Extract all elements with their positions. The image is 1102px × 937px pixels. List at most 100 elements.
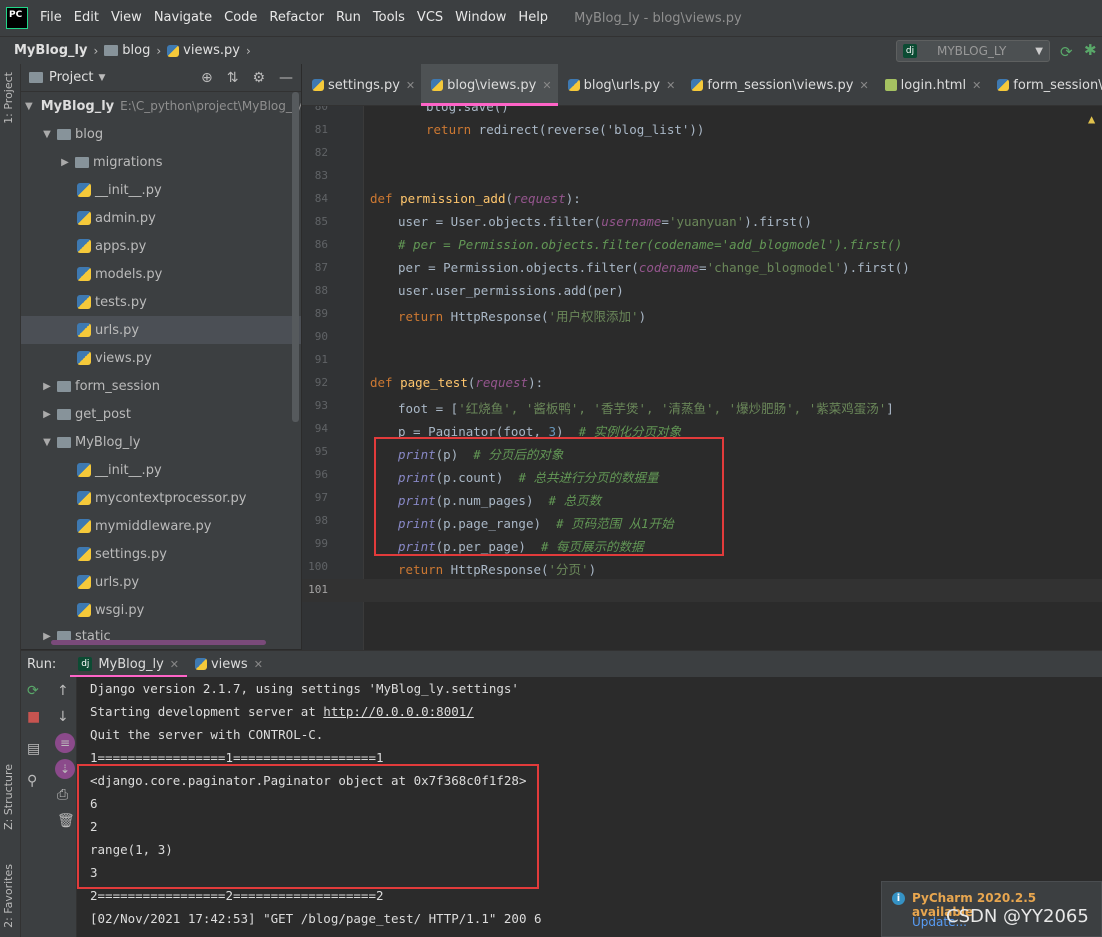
close-icon[interactable]: ✕	[666, 79, 675, 92]
folder-icon	[104, 45, 119, 56]
tree-item-file[interactable]: views.py	[21, 344, 301, 372]
tree-item-file[interactable]: models.py	[21, 260, 301, 288]
chevron-down-icon[interactable]: ▼	[98, 73, 105, 83]
rerun-icon[interactable]: ⟳	[1060, 43, 1073, 61]
breadcrumb-project[interactable]: MyBlog_ly	[14, 43, 87, 58]
tree-item-file-selected[interactable]: urls.py	[21, 316, 301, 344]
tab-blog-urls-py[interactable]: blog\urls.py ✕	[558, 64, 682, 106]
tree-item-file[interactable]: settings.py	[21, 540, 301, 568]
horizontal-scrollbar[interactable]	[51, 640, 266, 645]
trash-icon[interactable]: 🗑	[57, 813, 75, 829]
print-icon[interactable]: ⎙	[57, 787, 68, 803]
close-icon[interactable]: ✕	[542, 79, 551, 92]
line-number: 93	[314, 399, 328, 412]
python-file-icon	[167, 44, 180, 57]
tree-item-label: __init__.py	[95, 182, 162, 198]
server-url-link[interactable]: http://0.0.0.0:8001/	[323, 704, 474, 719]
tree-item-file[interactable]: tests.py	[21, 288, 301, 316]
python-file-icon	[77, 547, 91, 561]
tree-item-file[interactable]: mycontextprocessor.py	[21, 484, 301, 512]
tab-form-session-urls-py[interactable]: form_session\urls.py	[987, 64, 1102, 106]
breadcrumb-file[interactable]: views.py	[183, 43, 240, 58]
run-configuration-select[interactable]: dj MYBLOG_LY ▼	[896, 40, 1050, 62]
tree-item-file[interactable]: __init__.py	[21, 176, 301, 204]
warning-icon[interactable]: ▲	[1088, 112, 1095, 126]
code-editor[interactable]: 80 81 82 83 84 85 86 87 88 89 90 91 92 9…	[302, 106, 1102, 650]
menu-file[interactable]: File	[34, 0, 68, 36]
breadcrumb-separator-icon: ›	[245, 43, 251, 58]
code-line: def permission_add(request):	[370, 191, 581, 206]
rerun-icon[interactable]: ⟳	[27, 683, 39, 699]
info-icon: i	[892, 892, 905, 905]
tree-item-get-post[interactable]: ▶ get_post	[21, 400, 301, 428]
tab-form-session-views-py[interactable]: form_session\views.py ✕	[681, 64, 874, 106]
menu-tools[interactable]: Tools	[367, 0, 411, 36]
debug-icon[interactable]: ✱	[1084, 41, 1097, 59]
menu-help[interactable]: Help	[512, 0, 554, 36]
breadcrumb-blog[interactable]: blog	[122, 43, 150, 58]
arrow-up-icon[interactable]: ↑	[57, 683, 69, 699]
close-icon[interactable]: ✕	[859, 79, 868, 92]
line-number: 92	[314, 376, 328, 389]
code-line: per = Permission.objects.filter(codename…	[398, 260, 910, 275]
tab-blog-views-py[interactable]: blog\views.py ✕	[421, 64, 559, 106]
close-icon[interactable]: ✕	[406, 79, 415, 92]
line-number: 97	[314, 491, 328, 504]
layout-icon[interactable]: ▤	[27, 741, 40, 757]
chevron-down-icon[interactable]: ▼	[25, 101, 33, 112]
line-number: 80	[314, 106, 328, 113]
menu-refactor[interactable]: Refactor	[263, 0, 330, 36]
arrow-down-icon[interactable]: ↓	[57, 709, 69, 725]
chevron-right-icon[interactable]: ▶	[41, 381, 53, 392]
chevron-down-icon[interactable]: ▼	[41, 437, 53, 448]
minimize-icon[interactable]: —	[279, 70, 293, 86]
menu-vcs[interactable]: VCS	[411, 0, 449, 36]
tab-login-html[interactable]: login.html ✕	[875, 64, 988, 106]
menu-code[interactable]: Code	[218, 0, 263, 36]
run-tab-myblog-ly[interactable]: dj MyBlog_ly ✕	[70, 651, 187, 678]
tree-root[interactable]: ▼ MyBlog_ly E:\C_python\project\MyBlog_l…	[21, 92, 301, 120]
console-line: Django version 2.1.7, using settings 'My…	[90, 681, 519, 696]
close-icon[interactable]: ✕	[972, 79, 981, 92]
locate-icon[interactable]: ⊕	[201, 70, 213, 86]
tool-tab-project[interactable]: 1: Project	[2, 72, 15, 124]
menu-window[interactable]: Window	[449, 0, 512, 36]
tool-tab-structure[interactable]: Z: Structure	[2, 764, 15, 830]
menu-edit[interactable]: Edit	[68, 0, 105, 36]
menu-view[interactable]: View	[105, 0, 148, 36]
tree-item-form-session[interactable]: ▶ form_session	[21, 372, 301, 400]
soft-wrap-icon[interactable]: ≡	[55, 733, 75, 753]
close-icon[interactable]: ✕	[170, 658, 179, 671]
pin-icon[interactable]: ⚲	[27, 773, 37, 789]
chevron-down-icon[interactable]: ▼	[41, 129, 53, 140]
close-icon[interactable]: ✕	[254, 658, 263, 671]
menu-navigate[interactable]: Navigate	[148, 0, 218, 36]
tab-settings-py[interactable]: settings.py ✕	[302, 64, 421, 106]
menu-run[interactable]: Run	[330, 0, 367, 36]
tree-item-file[interactable]: __init__.py	[21, 456, 301, 484]
code-line: blog.save()	[426, 106, 509, 114]
tree-item-blog[interactable]: ▼ blog	[21, 120, 301, 148]
window-title: MyBlog_ly - blog\views.py	[574, 10, 742, 26]
tree-item-label: models.py	[95, 266, 163, 282]
line-number: 81	[314, 123, 328, 136]
tab-label: form_session\views.py	[707, 77, 854, 93]
project-panel-title[interactable]: Project	[49, 70, 93, 85]
collapse-all-icon[interactable]: ⇅	[227, 70, 239, 86]
chevron-right-icon[interactable]: ▶	[41, 409, 53, 420]
tree-item-migrations[interactable]: ▶ migrations	[21, 148, 301, 176]
tree-item-file[interactable]: mymiddleware.py	[21, 512, 301, 540]
scroll-to-end-icon[interactable]: ⇣	[55, 759, 75, 779]
tree-item-file[interactable]: wsgi.py	[21, 596, 301, 624]
tree-item-file[interactable]: apps.py	[21, 232, 301, 260]
tree-item-myblog-ly[interactable]: ▼ MyBlog_ly	[21, 428, 301, 456]
chevron-right-icon[interactable]: ▶	[59, 157, 71, 168]
tab-label: blog\urls.py	[583, 77, 661, 93]
gear-icon[interactable]: ⚙	[252, 70, 265, 86]
vertical-scrollbar[interactable]	[292, 92, 299, 422]
tree-item-file[interactable]: urls.py	[21, 568, 301, 596]
run-tab-views[interactable]: views ✕	[187, 651, 271, 678]
stop-icon[interactable]: ■	[27, 709, 40, 725]
tool-tab-favorites[interactable]: 2: Favorites	[2, 864, 15, 928]
tree-item-file[interactable]: admin.py	[21, 204, 301, 232]
